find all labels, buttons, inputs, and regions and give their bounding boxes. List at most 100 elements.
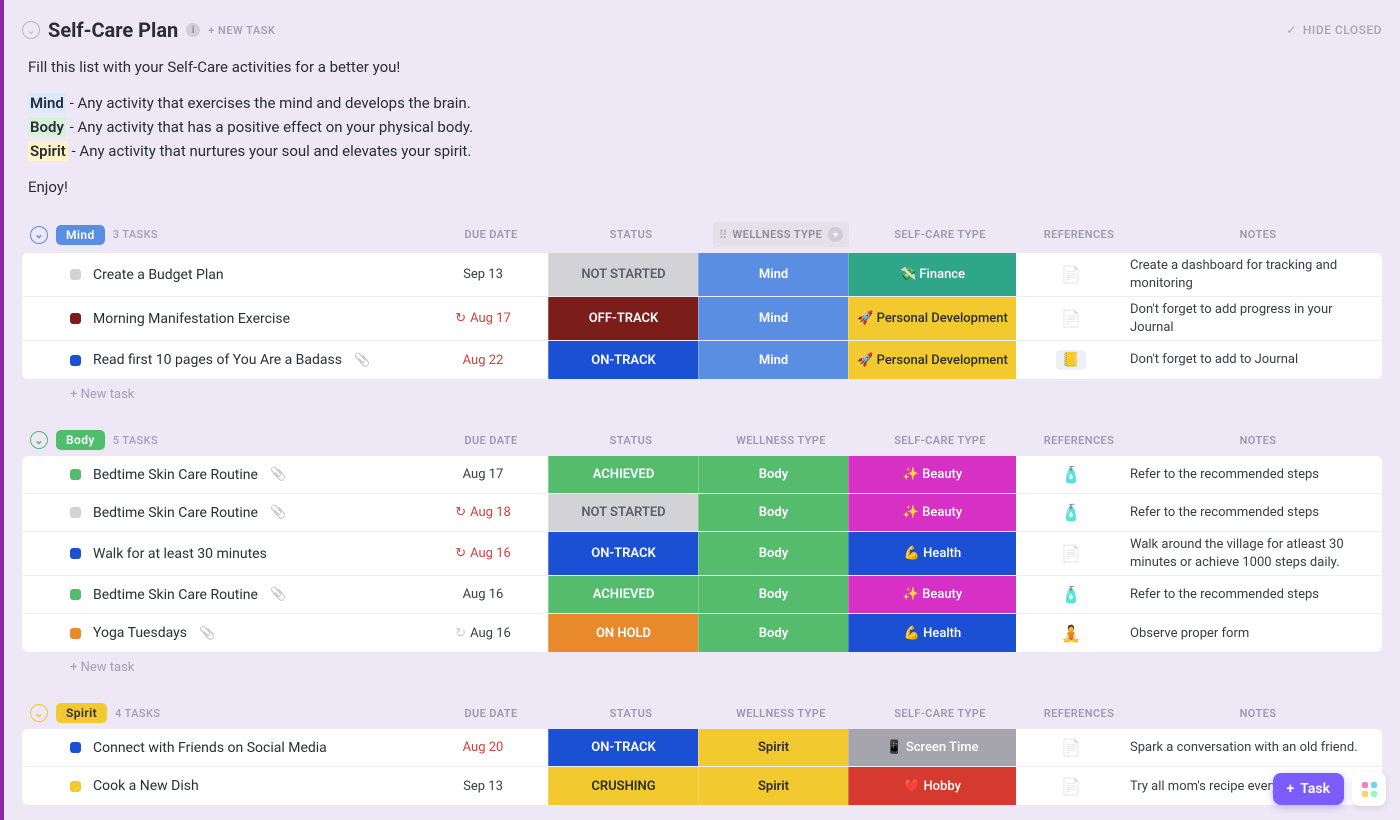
notes-cell[interactable]: Observe proper form bbox=[1126, 614, 1382, 652]
references-cell[interactable]: 📒 bbox=[1016, 341, 1126, 379]
wellness-type-cell[interactable]: Mind bbox=[698, 253, 848, 296]
task-row[interactable]: Cook a New DishSep 13CRUSHINGSpirit❤️ Ho… bbox=[22, 767, 1382, 805]
due-date-cell[interactable]: Aug 16 bbox=[418, 576, 548, 613]
due-date-cell[interactable]: ↻Aug 17 bbox=[418, 297, 548, 340]
references-cell[interactable]: 📄 bbox=[1016, 532, 1126, 575]
wellness-type-cell[interactable]: Mind bbox=[698, 297, 848, 340]
column-header-wellness[interactable]: ⠿WELLNESS TYPE+ bbox=[706, 222, 856, 247]
status-cell[interactable]: OFF-TRACK bbox=[548, 297, 698, 340]
status-cell[interactable]: NOT STARTED bbox=[548, 494, 698, 531]
references-cell[interactable]: 🧘 bbox=[1016, 614, 1126, 652]
status-square-icon[interactable] bbox=[70, 355, 81, 366]
status-square-icon[interactable] bbox=[70, 507, 81, 518]
column-header-status[interactable]: STATUS bbox=[556, 434, 706, 447]
status-square-icon[interactable] bbox=[70, 589, 81, 600]
wellness-type-cell[interactable]: Body bbox=[698, 614, 848, 652]
references-cell[interactable]: 📄 bbox=[1016, 253, 1126, 296]
task-name[interactable]: Create a Budget Plan bbox=[93, 267, 224, 283]
group-pill[interactable]: Spirit bbox=[56, 703, 107, 723]
notes-cell[interactable]: Walk around the village for atleast 30 m… bbox=[1126, 532, 1382, 575]
task-row[interactable]: Bedtime Skin Care Routine📎↻Aug 18NOT STA… bbox=[22, 494, 1382, 532]
status-square-icon[interactable] bbox=[70, 781, 81, 792]
status-cell[interactable]: ON-TRACK bbox=[548, 341, 698, 379]
new-task-header-button[interactable]: + NEW TASK bbox=[208, 24, 275, 37]
notes-cell[interactable]: Refer to the recommended steps bbox=[1126, 456, 1382, 493]
due-date-cell[interactable]: Aug 20 bbox=[418, 729, 548, 766]
task-name[interactable]: Walk for at least 30 minutes bbox=[93, 546, 267, 562]
apps-button[interactable] bbox=[1352, 772, 1386, 806]
column-header-due[interactable]: DUE DATE bbox=[426, 228, 556, 241]
references-cell[interactable]: 🧴 bbox=[1016, 576, 1126, 613]
wellness-type-cell[interactable]: Mind bbox=[698, 341, 848, 379]
wellness-type-cell[interactable]: Body bbox=[698, 532, 848, 575]
add-column-icon[interactable]: + bbox=[828, 227, 843, 242]
wellness-type-cell[interactable]: Body bbox=[698, 494, 848, 531]
selfcare-type-cell[interactable]: 💪 Health bbox=[848, 614, 1016, 652]
task-name[interactable]: Connect with Friends on Social Media bbox=[93, 740, 327, 756]
task-row[interactable]: Connect with Friends on Social Media Aug … bbox=[22, 729, 1382, 767]
column-header-notes[interactable]: NOTES bbox=[1134, 434, 1382, 447]
due-date-cell[interactable]: Sep 13 bbox=[418, 253, 548, 296]
column-header-care[interactable]: SELF-CARE TYPE bbox=[856, 434, 1024, 447]
task-name[interactable]: Morning Manifestation Exercise bbox=[93, 311, 290, 327]
task-row[interactable]: Read first 10 pages of You Are a Badass📎… bbox=[22, 341, 1382, 379]
task-row[interactable]: Yoga Tuesdays📎↻Aug 16ON HOLDBody💪 Health… bbox=[22, 614, 1382, 652]
due-date-cell[interactable]: ↻Aug 16 bbox=[418, 614, 548, 652]
status-square-icon[interactable] bbox=[70, 628, 81, 639]
references-cell[interactable]: 📄 bbox=[1016, 767, 1126, 805]
selfcare-type-cell[interactable]: 💸 Finance bbox=[848, 253, 1016, 296]
new-task-row-button[interactable]: + New task bbox=[22, 379, 1382, 410]
new-task-fab[interactable]: + Task bbox=[1273, 773, 1344, 805]
column-header-due[interactable]: DUE DATE bbox=[426, 707, 556, 720]
task-row[interactable]: Bedtime Skin Care Routine 📎 Aug 16ACHIEVED… bbox=[22, 576, 1382, 614]
wellness-type-cell[interactable]: Spirit bbox=[698, 729, 848, 766]
task-row[interactable]: Bedtime Skin Care Routine 📎 Aug 17ACHIEVED… bbox=[22, 456, 1382, 494]
status-cell[interactable]: ON HOLD bbox=[548, 614, 698, 652]
column-header-notes[interactable]: NOTES bbox=[1134, 228, 1382, 241]
column-header-due[interactable]: DUE DATE bbox=[426, 434, 556, 447]
due-date-cell[interactable]: Sep 13 bbox=[418, 767, 548, 805]
status-cell[interactable]: ON-TRACK bbox=[548, 729, 698, 766]
attachment-icon[interactable]: 📎 bbox=[270, 587, 286, 602]
status-square-icon[interactable] bbox=[70, 313, 81, 324]
group-collapse-toggle[interactable]: ⌄ bbox=[30, 226, 48, 244]
task-row[interactable]: Walk for at least 30 minutes↻Aug 16ON-TR… bbox=[22, 532, 1382, 576]
new-task-row-button[interactable]: + New task bbox=[22, 652, 1382, 683]
column-header-references[interactable]: REFERENCES bbox=[1024, 228, 1134, 241]
due-date-cell[interactable]: Aug 17 bbox=[418, 456, 548, 493]
group-collapse-toggle[interactable]: ⌄ bbox=[30, 431, 48, 449]
status-cell[interactable]: NOT STARTED bbox=[548, 253, 698, 296]
selfcare-type-cell[interactable]: ✨ Beauty bbox=[848, 494, 1016, 531]
status-cell[interactable]: ACHIEVED bbox=[548, 456, 698, 493]
status-cell[interactable]: ACHIEVED bbox=[548, 576, 698, 613]
task-name[interactable]: Bedtime Skin Care Routine bbox=[93, 587, 258, 603]
column-header-status[interactable]: STATUS bbox=[556, 228, 706, 241]
notes-cell[interactable]: Create a dashboard for tracking and moni… bbox=[1126, 253, 1382, 296]
drag-handle-icon[interactable]: ⠿ bbox=[719, 228, 727, 242]
references-cell[interactable]: 🧴 bbox=[1016, 456, 1126, 493]
attachment-icon[interactable]: 📎 bbox=[270, 467, 286, 482]
group-collapse-toggle[interactable]: ⌄ bbox=[30, 704, 48, 722]
references-cell[interactable]: 🧴 bbox=[1016, 494, 1126, 531]
attachment-icon[interactable]: 📎 bbox=[270, 505, 286, 520]
attachment-icon[interactable]: 📎 bbox=[199, 626, 215, 641]
status-cell[interactable]: ON-TRACK bbox=[548, 532, 698, 575]
selfcare-type-cell[interactable]: 🚀 Personal Development bbox=[848, 341, 1016, 379]
column-header-notes[interactable]: NOTES bbox=[1134, 707, 1382, 720]
column-header-status[interactable]: STATUS bbox=[556, 707, 706, 720]
references-cell[interactable]: 📄 bbox=[1016, 297, 1126, 340]
column-header-care[interactable]: SELF-CARE TYPE bbox=[856, 228, 1024, 241]
wellness-type-cell[interactable]: Spirit bbox=[698, 767, 848, 805]
selfcare-type-cell[interactable]: ❤️ Hobby bbox=[848, 767, 1016, 805]
info-icon[interactable]: i bbox=[186, 23, 200, 37]
due-date-cell[interactable]: Aug 22 bbox=[418, 341, 548, 379]
task-row[interactable]: Create a Budget Plan Sep 13NOT STARTEDMin… bbox=[22, 253, 1382, 297]
task-name[interactable]: Cook a New Dish bbox=[93, 778, 199, 794]
wellness-type-cell[interactable]: Body bbox=[698, 456, 848, 493]
status-square-icon[interactable] bbox=[70, 742, 81, 753]
group-pill[interactable]: Body bbox=[56, 430, 105, 450]
task-name[interactable]: Bedtime Skin Care Routine bbox=[93, 467, 258, 483]
column-header-wellness[interactable]: WELLNESS TYPE bbox=[706, 434, 856, 447]
list-collapse-toggle[interactable]: ⌄ bbox=[22, 21, 40, 39]
notes-cell[interactable]: Refer to the recommended steps bbox=[1126, 494, 1382, 531]
